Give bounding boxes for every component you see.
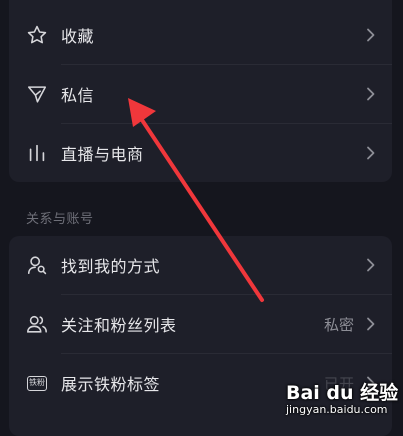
fan-badge-text: 铁粉 [27,375,47,391]
send-icon [26,83,48,105]
menu-item-label: 收藏 [61,27,95,46]
menu-item-label: 展示铁粉标签 [61,375,161,394]
search-user-icon [26,254,48,276]
menu-item-favorites[interactable]: 收藏 [9,6,392,64]
section-title-relations: 关系与账号 [26,212,94,227]
baidu-jingyan-watermark: Bai du 经验 jingyan.baidu.com [268,378,403,423]
menu-item-messages[interactable]: 私信 [9,65,392,123]
watermark-url: jingyan.baidu.com [286,403,388,416]
menu-item-follow-list[interactable]: 关注和粉丝列表 私密 [9,295,392,353]
menu-item-label: 关注和粉丝列表 [61,316,177,335]
chevron-right-icon [364,317,378,331]
menu-item-find-me[interactable]: 找到我的方式 [9,236,392,294]
bar-chart-icon [26,142,48,164]
chevron-right-icon [364,258,378,272]
star-icon [26,24,48,46]
chevron-right-icon [364,28,378,42]
users-icon [26,313,48,335]
menu-item-label: 直播与电商 [61,145,144,164]
fan-badge-icon: 铁粉 [26,372,48,394]
watermark-logo: Bai du 经验 [286,382,399,404]
chevron-right-icon [364,146,378,160]
privacy-value: 私密 [323,315,354,334]
menu-item-label: 私信 [61,86,95,105]
chevron-right-icon [364,87,378,101]
settings-card-general: 收藏 私信 直播与电商 [9,0,392,182]
menu-item-label: 找到我的方式 [61,257,161,276]
menu-item-live-commerce[interactable]: 直播与电商 [9,124,392,182]
